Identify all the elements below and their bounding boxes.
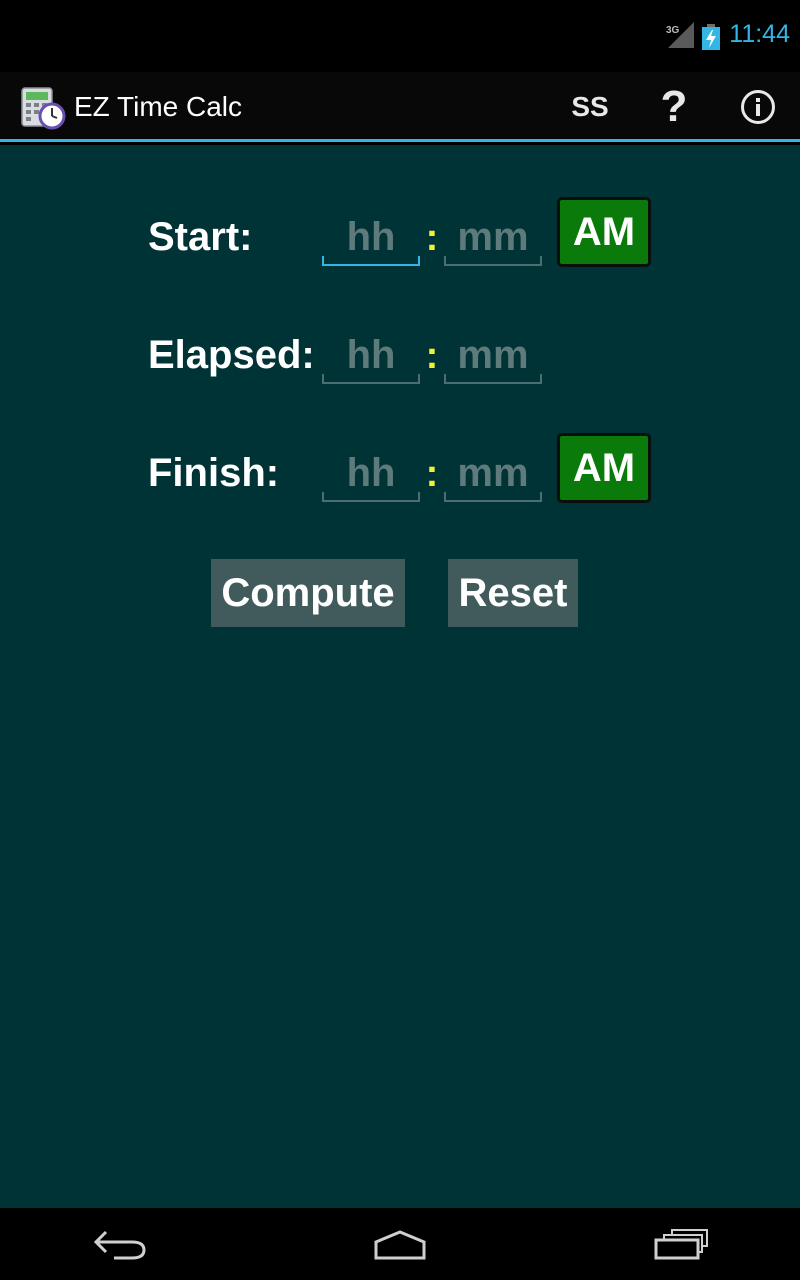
network-type-label: 3G — [666, 25, 680, 36]
finish-minutes-input[interactable]: mm — [444, 446, 542, 502]
start-label: Start: — [148, 215, 253, 259]
signal-3g-icon: 3G — [666, 22, 694, 48]
reset-button[interactable]: Reset — [448, 559, 578, 627]
calculator-form: Start: hh : mm AM Elapsed: hh : mm Finis… — [0, 145, 800, 1208]
elapsed-separator: : — [425, 335, 439, 377]
start-separator: : — [425, 217, 439, 259]
action-bar: EZ Time Calc SS ? — [0, 72, 800, 142]
screen: 3G 11:44 EZ Time Calc SS ? Start: hh: m… — [0, 0, 800, 1280]
elapsed-hours-input[interactable]: hh — [322, 328, 420, 384]
navigation-bar — [0, 1208, 800, 1280]
elapsed-minutes-input[interactable]: mm — [444, 328, 542, 384]
battery-charging-icon — [702, 24, 720, 50]
finish-hours-input[interactable]: hh — [322, 446, 420, 502]
info-button[interactable] — [728, 72, 788, 142]
app-calculator-clock-icon — [21, 87, 66, 130]
finish-separator: : — [425, 453, 439, 495]
back-icon[interactable] — [92, 1226, 148, 1262]
status-clock: 11:44 — [729, 20, 790, 48]
finish-ampm-toggle[interactable]: AM — [557, 433, 651, 503]
start-minutes-input[interactable]: mm — [444, 210, 542, 266]
start-hours-input[interactable]: hh — [322, 210, 420, 266]
ss-button[interactable]: SS — [556, 72, 624, 142]
home-icon[interactable] — [370, 1226, 430, 1262]
status-bar: 3G 11:44 — [0, 0, 800, 72]
finish-label: Finish: — [148, 451, 280, 495]
info-icon — [741, 90, 775, 124]
compute-button[interactable]: Compute — [211, 559, 405, 627]
start-ampm-toggle[interactable]: AM — [557, 197, 651, 267]
app-title: EZ Time Calc — [74, 91, 243, 122]
help-button[interactable]: ? — [644, 72, 704, 142]
recents-icon[interactable] — [652, 1226, 710, 1262]
elapsed-label: Elapsed: — [148, 333, 315, 377]
